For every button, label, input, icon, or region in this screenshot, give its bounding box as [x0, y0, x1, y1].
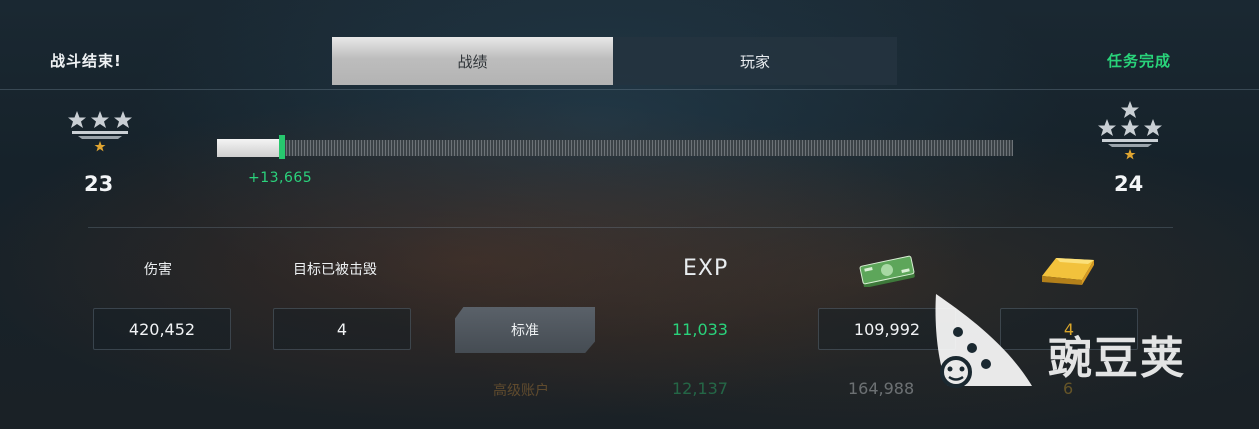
exp-label: EXP [683, 256, 729, 281]
premium-cash-value: 164,988 [848, 379, 915, 398]
destroyed-value: 4 [336, 319, 348, 339]
tab-players[interactable]: 玩家 [613, 37, 897, 85]
rank-4-star-icon [1090, 98, 1170, 160]
destroyed-value-box: 4 [273, 308, 411, 350]
standard-cash-value: 109,992 [853, 319, 921, 339]
damage-value: 420,452 [128, 319, 196, 339]
gold-bar-icon [1038, 252, 1098, 288]
premium-label: 高级账户 [493, 383, 549, 399]
battle-over-title: 战斗结束! [50, 52, 122, 70]
damage-value-box: 420,452 [93, 308, 231, 350]
tab-stats[interactable]: 战绩 [332, 37, 613, 85]
xp-progress-fill [217, 139, 281, 157]
premium-exp-value: 12,137 [672, 379, 728, 398]
mission-complete-status: 任务完成 [1106, 52, 1171, 70]
header-divider [0, 89, 1259, 90]
damage-label: 伤害 [144, 262, 172, 278]
watermark-text: 豌豆荚 [1048, 333, 1186, 384]
standard-reward-tag: 标准 [455, 307, 595, 353]
rank-3-star-icon [60, 105, 140, 165]
battle-results-screen: 战斗结束! 战绩 玩家 任务完成 23 +13,665 24 伤害 目标已被击毁… [0, 0, 1259, 429]
next-rank-level: 24 [1114, 172, 1144, 196]
destroyed-label: 目标已被击毁 [293, 262, 377, 278]
standard-exp-value: 11,033 [672, 320, 728, 339]
tab-stats-label: 战绩 [457, 52, 488, 71]
standard-label: 标准 [511, 323, 539, 339]
section-divider [88, 227, 1173, 228]
cash-stack-icon [855, 253, 919, 288]
xp-gain-marker [279, 135, 285, 159]
tab-players-label: 玩家 [739, 52, 770, 71]
current-rank-level: 23 [84, 172, 114, 196]
xp-gain-text: +13,665 [248, 170, 313, 186]
xp-progress-track [217, 140, 1013, 156]
